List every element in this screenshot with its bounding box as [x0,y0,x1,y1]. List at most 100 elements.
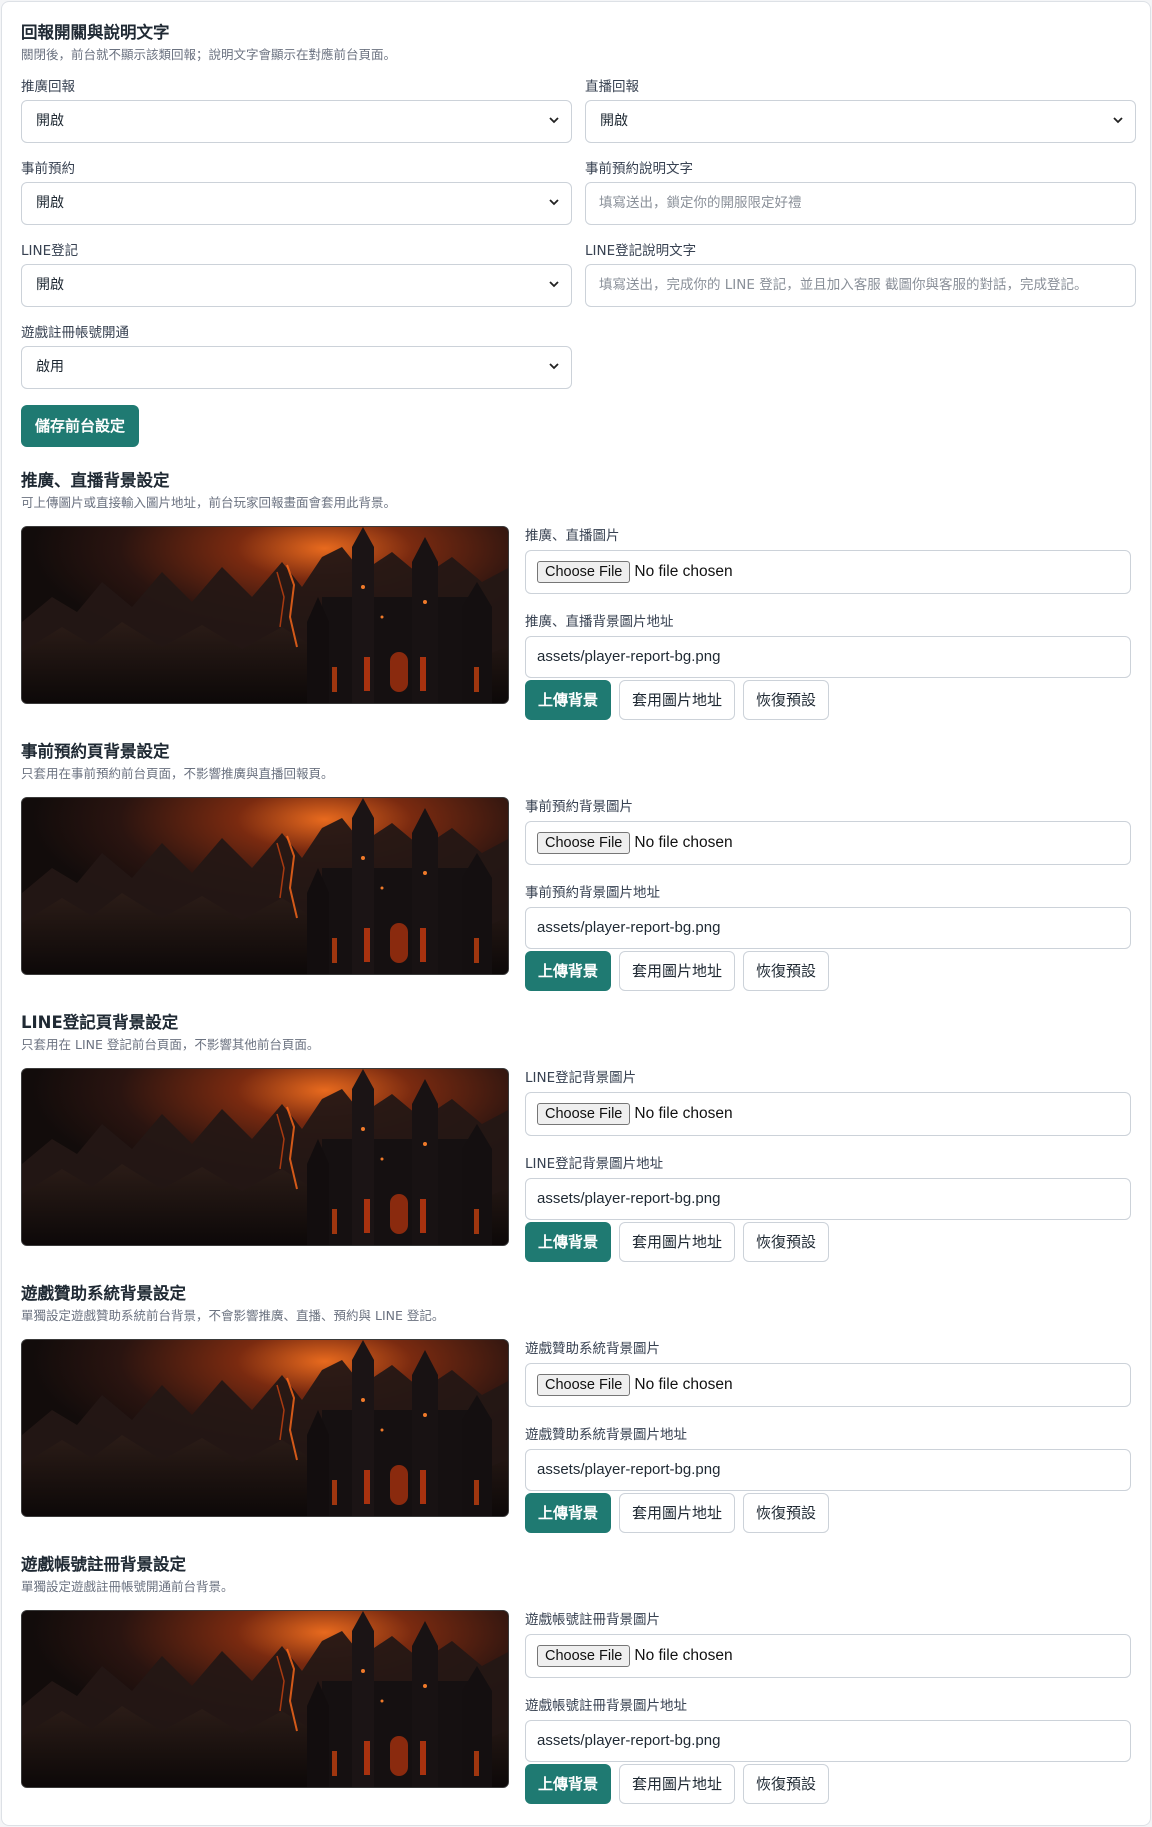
background-preview-image [21,1610,509,1788]
game-account-select[interactable]: 啟用 [21,346,572,389]
apply-url-button[interactable]: 套用圖片地址 [619,680,736,720]
background-url-input[interactable]: assets/player-report-bg.png [525,1720,1131,1762]
promo-report-field: 推廣回報 開啟 [21,78,572,160]
background-section-title: 遊戲帳號註冊背景設定 [21,1555,186,1574]
background-file-label: 事前預約背景圖片 [525,799,633,815]
line-register-label: LINE登記 [21,243,79,259]
save-frontend-settings-button[interactable]: 儲存前台設定 [21,405,140,447]
dark-castle-artwork [22,527,508,703]
background-section-title: 遊戲贊助系統背景設定 [21,1284,186,1303]
frontend-settings-card: 回報開關與說明文字 關閉後，前台就不顯示該類回報；說明文字會顯示在對應前台頁面。… [1,1,1151,1826]
background-file-input[interactable]: Choose File No file chosen [525,550,1131,594]
background-section-description: 只套用在 LINE 登記前台頁面，不影響其他前台頁面。 [21,1037,320,1052]
background-section-description: 單獨設定遊戲贊助系統前台背景，不會影響推廣、直播、預約與 LINE 登記。 [21,1308,445,1323]
choose-file-button[interactable]: Choose File [537,561,631,583]
dark-castle-artwork [22,798,508,974]
background-url-label: LINE登記背景圖片地址 [525,1156,664,1172]
preregister-text-label: 事前預約說明文字 [585,161,693,177]
background-file-input[interactable]: Choose File No file chosen [525,821,1131,865]
preregister-field: 事前預約 開啟 [21,160,572,242]
live-report-select[interactable]: 開啟 [585,100,1136,143]
background-file-label: 遊戲贊助系統背景圖片 [525,1341,660,1357]
chevron-down-icon [1113,117,1123,124]
reset-default-button[interactable]: 恢復預設 [743,1493,830,1533]
background-section-description: 可上傳圖片或直接輸入圖片地址，前台玩家回報畫面會套用此背景。 [21,495,397,510]
reset-default-button[interactable]: 恢復預設 [743,680,830,720]
background-fields: 遊戲贊助系統背景圖片 Choose File No file chosen 遊戲… [525,1339,1131,1533]
background-section-title: 推廣、直播背景設定 [21,471,170,490]
preregister-text-input[interactable]: 填寫送出，鎖定你的開服限定好禮 [585,182,1136,225]
background-file-input[interactable]: Choose File No file chosen [525,1092,1131,1136]
live-report-field: 直播回報 開啟 [585,78,1136,160]
background-button-row: 上傳背景 套用圖片地址 恢復預設 [525,1493,1131,1533]
apply-url-button[interactable]: 套用圖片地址 [619,1222,736,1262]
apply-url-button[interactable]: 套用圖片地址 [619,1493,736,1533]
line-register-field: LINE登記 開啟 [21,242,572,324]
preregister-text-field: 事前預約說明文字 填寫送出，鎖定你的開服限定好禮 [585,160,1136,242]
background-row: 事前預約背景圖片 Choose File No file chosen 事前預約… [21,797,1131,991]
game-account-value: 啟用 [36,359,64,375]
background-file-input[interactable]: Choose File No file chosen [525,1634,1131,1678]
game-account-label: 遊戲註冊帳號開通 [21,325,129,341]
background-section: 推廣、直播背景設定 可上傳圖片或直接輸入圖片地址，前台玩家回報畫面會套用此背景。 [21,469,1131,740]
live-report-label: 直播回報 [585,79,639,95]
preregister-select[interactable]: 開啟 [21,182,572,225]
background-url-label: 事前預約背景圖片地址 [525,885,660,901]
reset-default-button[interactable]: 恢復預設 [743,1222,830,1262]
upload-background-button[interactable]: 上傳背景 [525,1764,612,1804]
file-status-text: No file chosen [634,1376,733,1393]
background-url-label: 遊戲帳號註冊背景圖片地址 [525,1698,687,1714]
background-section-description: 只套用在事前預約前台頁面，不影響推廣與直播回報頁。 [21,766,334,781]
background-preview-image [21,526,509,704]
promo-report-select[interactable]: 開啟 [21,100,572,143]
background-url-input[interactable]: assets/player-report-bg.png [525,636,1131,678]
background-preview-image [21,1339,509,1517]
background-section: 遊戲帳號註冊背景設定 單獨設定遊戲註冊帳號開通前台背景。 遊戲帳號註冊背景圖片 … [21,1553,1131,1824]
background-file-input[interactable]: Choose File No file chosen [525,1363,1131,1407]
choose-file-button[interactable]: Choose File [537,832,631,854]
reset-default-button[interactable]: 恢復預設 [743,1764,830,1804]
upload-background-button[interactable]: 上傳背景 [525,1222,612,1262]
apply-url-button[interactable]: 套用圖片地址 [619,951,736,991]
background-button-row: 上傳背景 套用圖片地址 恢復預設 [525,680,1131,720]
choose-file-button[interactable]: Choose File [537,1645,631,1667]
background-section-title: 事前預約頁背景設定 [21,742,170,761]
report-toggle-title: 回報開關與說明文字 [21,23,170,42]
reset-default-button[interactable]: 恢復預設 [743,951,830,991]
background-preview-image [21,797,509,975]
background-url-input[interactable]: assets/player-report-bg.png [525,1178,1131,1220]
background-url-input[interactable]: assets/player-report-bg.png [525,1449,1131,1491]
background-button-row: 上傳背景 套用圖片地址 恢復預設 [525,1764,1131,1804]
report-toggle-description: 關閉後，前台就不顯示該類回報；說明文字會顯示在對應前台頁面。 [21,47,397,62]
file-status-text: No file chosen [634,834,733,851]
promo-report-label: 推廣回報 [21,79,75,95]
report-toggle-grid: 推廣回報 開啟 直播回報 開啟 事前預約 開啟 事前預約說明文字 填寫送出，鎖定… [21,78,1136,406]
upload-background-button[interactable]: 上傳背景 [525,951,612,991]
apply-url-button[interactable]: 套用圖片地址 [619,1764,736,1804]
preregister-value: 開啟 [36,195,64,211]
background-fields: 推廣、直播圖片 Choose File No file chosen 推廣、直播… [525,526,1131,720]
game-account-field: 遊戲註冊帳號開通 啟用 [21,324,572,406]
background-fields: LINE登記背景圖片 Choose File No file chosen LI… [525,1068,1131,1262]
background-url-input[interactable]: assets/player-report-bg.png [525,907,1131,949]
background-url-label: 遊戲贊助系統背景圖片地址 [525,1427,687,1443]
background-row: 遊戲贊助系統背景圖片 Choose File No file chosen 遊戲… [21,1339,1131,1533]
background-file-label: 推廣、直播圖片 [525,528,620,544]
background-section: 事前預約頁背景設定 只套用在事前預約前台頁面，不影響推廣與直播回報頁。 事前預約… [21,740,1131,1011]
background-fields: 事前預約背景圖片 Choose File No file chosen 事前預約… [525,797,1131,991]
chevron-down-icon [549,363,559,370]
choose-file-button[interactable]: Choose File [537,1103,631,1125]
background-row: LINE登記背景圖片 Choose File No file chosen LI… [21,1068,1131,1262]
file-status-text: No file chosen [634,563,733,580]
upload-background-button[interactable]: 上傳背景 [525,1493,612,1533]
dark-castle-artwork [22,1611,508,1787]
promo-report-value: 開啟 [36,113,64,129]
background-row: 推廣、直播圖片 Choose File No file chosen 推廣、直播… [21,526,1131,720]
choose-file-button[interactable]: Choose File [537,1374,631,1396]
live-report-value: 開啟 [600,113,628,129]
line-register-select[interactable]: 開啟 [21,264,572,307]
background-settings-list: 推廣、直播背景設定 可上傳圖片或直接輸入圖片地址，前台玩家回報畫面會套用此背景。 [21,469,1131,1824]
upload-background-button[interactable]: 上傳背景 [525,680,612,720]
dark-castle-artwork [22,1069,508,1245]
line-register-text-input[interactable]: 填寫送出，完成你的 LINE 登記，並且加入客服 截圖你與客服的對話，完成登記。 [585,264,1136,307]
